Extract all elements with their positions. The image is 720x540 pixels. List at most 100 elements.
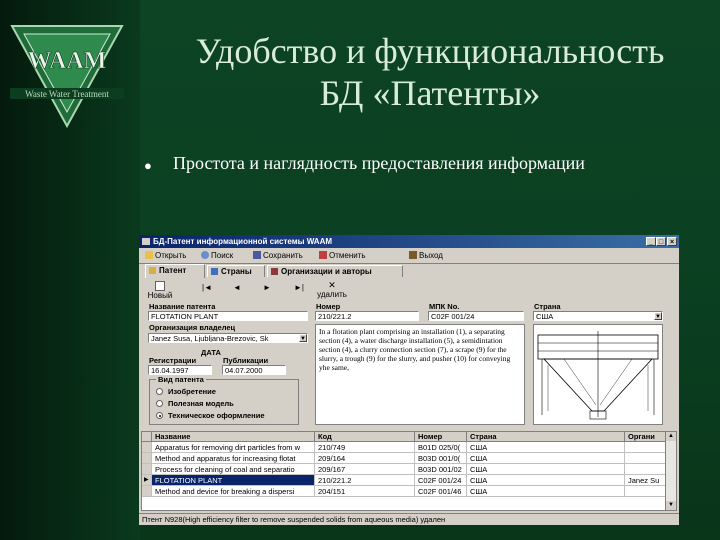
flotation-plant-drawing: [537, 331, 659, 420]
column-header-name[interactable]: Название: [152, 432, 315, 442]
cell-number: C02F 001/24: [415, 475, 467, 486]
column-header-number[interactable]: Номер: [415, 432, 467, 442]
registration-date-field[interactable]: 16.04.1997: [148, 365, 212, 375]
app-icon: [142, 238, 150, 245]
cell-number: C02F 001/46: [415, 486, 467, 497]
open-button[interactable]: Открыть: [145, 250, 186, 262]
undo-button[interactable]: Отменить: [319, 250, 366, 262]
number-field[interactable]: 210/221.2: [315, 311, 419, 321]
chevron-down-icon[interactable]: ▼: [299, 334, 307, 342]
table-scrollbar[interactable]: ▲ ▼: [665, 432, 676, 510]
ipc-label: МПК No.: [429, 302, 460, 311]
new-record-icon: [155, 281, 165, 291]
number-label: Номер: [316, 302, 341, 311]
table-row-selected[interactable]: ▶ FLOTATION PLANT 210/221.2 C02F 001/24 …: [142, 475, 668, 486]
table-row[interactable]: Process for cleaning of coal and separat…: [142, 464, 668, 475]
first-record-button[interactable]: |◄: [197, 282, 217, 294]
cell-organization: [625, 486, 668, 497]
maximize-button[interactable]: □: [656, 237, 666, 246]
table-row[interactable]: Method and device for breaking a dispers…: [142, 486, 668, 497]
last-record-button[interactable]: ►|: [289, 282, 309, 294]
cell-code: 210/221.2: [315, 475, 415, 486]
bullet-dot: ●: [144, 158, 152, 173]
chevron-down-icon[interactable]: ▼: [654, 312, 662, 320]
publication-label: Публикации: [223, 356, 269, 365]
next-record-button[interactable]: ►: [257, 282, 277, 294]
cell-number: B03D 001/02: [415, 464, 467, 475]
radio-utility-model[interactable]: Полезная модель: [156, 399, 296, 408]
cell-organization: [625, 453, 668, 464]
owner-select[interactable]: Janez Susa, Ljubljana-Brezovic, Sk ▼: [148, 333, 308, 343]
cell-code: 209/167: [315, 464, 415, 475]
record-navigator: Новый |◄ ◄ ► ►| ✕ удалить: [139, 280, 679, 302]
owner-label: Организация владелец: [149, 323, 236, 332]
slide-title-line-1: Удобство и функциональность: [195, 31, 665, 71]
cell-number: B01D 025/0(: [415, 442, 467, 453]
organizations-tab-icon: [271, 268, 278, 275]
undo-icon: [319, 251, 327, 259]
patent-name-field[interactable]: FLOTATION PLANT: [148, 311, 308, 321]
table-row[interactable]: Apparatus for removing dirt particles fr…: [142, 442, 668, 453]
close-button[interactable]: ×: [667, 237, 677, 246]
toolbar: Открыть Поиск Сохранить Отменить Выход: [139, 249, 679, 264]
cell-code: 210/749: [315, 442, 415, 453]
exit-icon: [409, 251, 417, 259]
column-header-organization[interactable]: Органи: [625, 432, 668, 442]
scroll-up-icon[interactable]: ▲: [666, 432, 676, 441]
scroll-down-icon[interactable]: ▼: [666, 501, 676, 510]
exit-button[interactable]: Выход: [409, 250, 443, 262]
patent-tab-icon: [149, 267, 156, 274]
slide-title-line-2: БД «Патенты»: [319, 73, 541, 113]
abstract-text[interactable]: In a flotation plant comprising an insta…: [315, 324, 525, 425]
cell-organization: Janez Su: [625, 475, 668, 486]
column-header-code[interactable]: Код: [315, 432, 415, 442]
tab-organizations[interactable]: Организации и авторы: [267, 265, 403, 277]
cell-name: Method and device for breaking a dispers…: [152, 486, 315, 497]
prev-record-button[interactable]: ◄: [227, 282, 247, 294]
save-button[interactable]: Сохранить: [253, 250, 303, 262]
column-header-country[interactable]: Страна: [467, 432, 625, 442]
cell-organization: [625, 442, 668, 453]
search-icon: [201, 251, 209, 259]
radio-technical-design[interactable]: Техническое оформление: [156, 411, 296, 420]
delete-record-label: удалить: [317, 290, 347, 299]
tab-patent[interactable]: Патент: [145, 264, 205, 278]
new-record-button[interactable]: Новый: [147, 281, 173, 301]
table-row[interactable]: Method and apparatus for increasing flot…: [142, 453, 668, 464]
window-titlebar: БД-Патент информационной системы WAAM _ …: [139, 235, 679, 248]
minimize-button[interactable]: _: [646, 237, 656, 246]
radio-circle[interactable]: [156, 388, 163, 395]
window-title: БД-Патент информационной системы WAAM: [153, 237, 333, 246]
new-record-label: Новый: [147, 291, 173, 300]
cell-code: 204/151: [315, 486, 415, 497]
cell-country: США: [467, 464, 625, 475]
cell-name: Process for cleaning of coal and separat…: [152, 464, 315, 475]
bullet-text: Простота и наглядность предоставления ин…: [173, 153, 585, 173]
delete-icon: ✕: [328, 280, 336, 290]
cell-country: США: [467, 453, 625, 464]
delete-record-button[interactable]: ✕ удалить: [317, 281, 347, 301]
tab-countries[interactable]: Страны: [207, 265, 265, 277]
radio-invention[interactable]: Изобретение: [156, 387, 296, 396]
patent-db-window: БД-Патент информационной системы WAAM _ …: [139, 235, 679, 525]
country-select[interactable]: США ▼: [533, 311, 663, 321]
tab-strip: Патент Страны Организации и авторы: [139, 264, 679, 278]
radio-circle-selected[interactable]: [156, 412, 163, 419]
cell-country: США: [467, 486, 625, 497]
radio-circle[interactable]: [156, 400, 163, 407]
publication-date-field[interactable]: 04.07.2000: [222, 365, 286, 375]
patent-table: Название Код Номер Страна Органи Apparat…: [141, 431, 677, 511]
ipc-field[interactable]: C02F 001/24: [428, 311, 524, 321]
row-indicator: [142, 453, 152, 464]
cell-name: FLOTATION PLANT: [152, 475, 315, 486]
cell-code: 209/164: [315, 453, 415, 464]
row-indicator: [142, 442, 152, 453]
logo-text: WAAM: [28, 48, 107, 74]
cell-name: Method and apparatus for increasing flot…: [152, 453, 315, 464]
cell-name: Apparatus for removing dirt particles fr…: [152, 442, 315, 453]
logo-subtitle: Waste Water Treatment: [25, 89, 109, 99]
patent-kind-group: Вид патента Изобретение Полезная модель …: [149, 375, 299, 425]
cell-country: США: [467, 475, 625, 486]
search-button[interactable]: Поиск: [201, 250, 233, 262]
patent-name-label: Название патента: [149, 302, 216, 311]
